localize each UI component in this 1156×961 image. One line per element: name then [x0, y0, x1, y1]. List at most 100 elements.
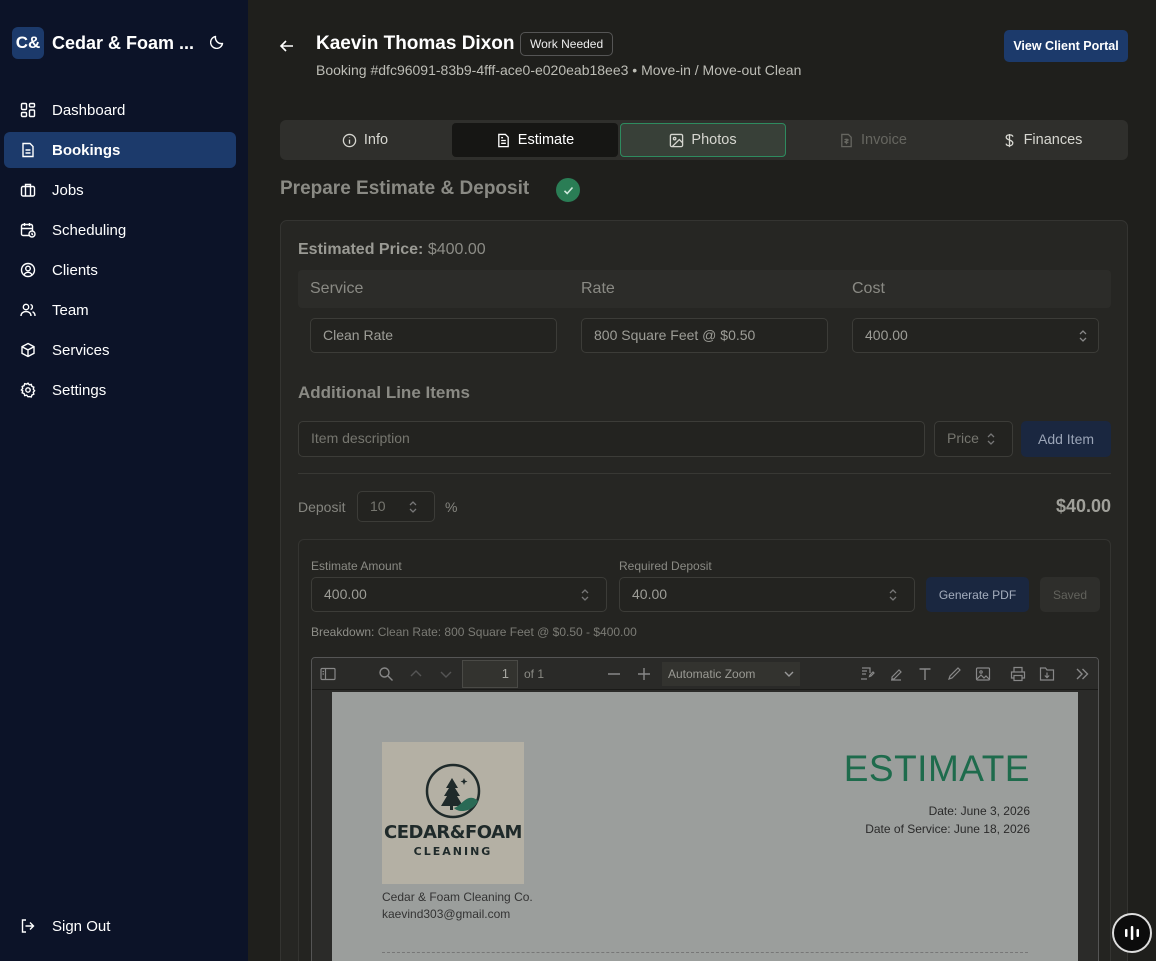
highlight-icon[interactable] — [888, 666, 904, 682]
print-icon[interactable] — [1010, 666, 1026, 682]
info-icon — [342, 133, 357, 147]
price-placeholder: Price — [947, 430, 979, 446]
pdf-toolbar: 1 of 1 Automatic Zoom — [312, 658, 1098, 690]
company-email: kaevind303@gmail.com — [382, 907, 511, 921]
scheduling-icon — [20, 223, 36, 238]
deposit-percent-input[interactable]: 10 — [357, 491, 435, 522]
sidebar-item-team[interactable]: Team — [4, 292, 236, 328]
item-description-input[interactable]: Item description — [298, 421, 925, 457]
deposit-unit: % — [445, 499, 458, 515]
draw-icon[interactable] — [946, 666, 962, 682]
saved-button[interactable]: Saved — [1040, 577, 1100, 612]
zoom-in-icon[interactable] — [636, 666, 652, 682]
tab-bar: Info Estimate Photos Invoice Finances — [280, 120, 1128, 160]
save-icon[interactable] — [1039, 666, 1055, 682]
pdf-page: CEDAR&FOAM CLEANING ESTIMATE Date: June … — [332, 692, 1078, 961]
tab-estimate[interactable]: Estimate — [452, 123, 618, 157]
breakdown: Breakdown: Clean Rate: 800 Square Feet @… — [311, 625, 637, 639]
chevron-down-icon[interactable] — [438, 666, 454, 682]
main-content: Kaevin Thomas Dixon Work Needed Booking … — [248, 0, 1156, 961]
status-badge: Work Needed — [520, 32, 614, 56]
sidebar-item-jobs[interactable]: Jobs — [4, 172, 236, 208]
estimate-amount-value: 400.00 — [324, 586, 367, 602]
required-deposit-value: 40.00 — [632, 586, 668, 602]
image-icon — [670, 133, 684, 147]
tab-info[interactable]: Info — [283, 123, 447, 157]
brand-logo: C& — [12, 27, 44, 59]
sign-out-label: Sign Out — [52, 917, 111, 935]
brand: C& Cedar & Foam ... — [12, 27, 236, 59]
service-field[interactable]: Clean Rate — [310, 318, 557, 353]
chevron-down-icon — [784, 671, 794, 677]
divider — [298, 473, 1111, 474]
section-title: Prepare Estimate & Deposit — [280, 178, 530, 199]
stepper-icon[interactable] — [580, 588, 590, 602]
cost-field[interactable]: 400.00 — [852, 318, 1099, 353]
rate-field[interactable]: 800 Square Feet @ $0.50 — [581, 318, 828, 353]
company-name: Cedar & Foam Cleaning Co. — [382, 890, 533, 904]
required-deposit-input[interactable]: 40.00 — [619, 577, 915, 612]
sidebar-item-label: Jobs — [52, 181, 84, 199]
estimate-amount-input[interactable]: 400.00 — [311, 577, 607, 612]
page-count: of 1 — [524, 667, 545, 681]
chevron-up-icon[interactable] — [408, 666, 424, 682]
tree-wave-icon — [425, 763, 481, 819]
search-icon[interactable] — [378, 666, 394, 682]
zoom-select[interactable]: Automatic Zoom — [662, 662, 800, 686]
zoom-value: Automatic Zoom — [668, 667, 756, 681]
service-date: Date of Service: June 18, 2026 — [865, 822, 1030, 836]
estimate-date: Date: June 3, 2026 — [928, 804, 1030, 818]
column-cost: Cost — [852, 280, 885, 297]
view-client-portal-button[interactable]: View Client Portal — [1004, 30, 1128, 62]
sidebar-item-settings[interactable]: Settings — [4, 372, 236, 408]
double-chevron-right-icon[interactable] — [1074, 666, 1090, 682]
price-input[interactable]: Price — [934, 421, 1013, 457]
stepper-icon[interactable] — [986, 432, 996, 446]
dollar-icon — [1005, 133, 1014, 147]
sidebar-item-services[interactable]: Services — [4, 332, 236, 368]
logout-icon — [21, 919, 35, 933]
moon-icon[interactable] — [210, 33, 226, 49]
back-arrow-icon[interactable] — [278, 37, 296, 55]
tab-photos[interactable]: Photos — [620, 123, 786, 157]
zoom-out-icon[interactable] — [606, 666, 622, 682]
stepper-icon[interactable] — [1078, 329, 1088, 343]
sidebar-item-clients[interactable]: Clients — [4, 252, 236, 288]
generate-pdf-button[interactable]: Generate PDF — [926, 577, 1029, 612]
column-rate: Rate — [581, 280, 615, 297]
sidebar-item-dashboard[interactable]: Dashboard — [4, 92, 236, 128]
sign-icon[interactable] — [859, 666, 875, 682]
sidebar-item-label: Settings — [52, 381, 107, 399]
image-icon[interactable] — [975, 666, 991, 682]
sidebar-item-scheduling[interactable]: Scheduling — [4, 212, 236, 248]
invoice-icon — [841, 133, 852, 147]
tab-label: Photos — [691, 132, 737, 148]
gear-icon — [20, 382, 36, 398]
estimated-price: Estimated Price: $400.00 — [298, 241, 486, 259]
sign-out-button[interactable]: Sign Out — [4, 908, 236, 944]
additional-line-items-title: Additional Line Items — [298, 383, 470, 402]
company-logo: CEDAR&FOAM CLEANING — [382, 742, 524, 884]
sidebar-item-label: Scheduling — [52, 221, 127, 239]
pause-icon — [1125, 926, 1139, 940]
pause-button[interactable] — [1112, 913, 1152, 953]
tab-finances[interactable]: Finances — [959, 123, 1125, 157]
estimate-amount-label: Estimate Amount — [311, 559, 402, 573]
stepper-icon[interactable] — [888, 588, 898, 602]
logo-text-cleaning: CLEANING — [413, 845, 493, 858]
text-icon[interactable] — [917, 666, 933, 682]
page-number-input[interactable]: 1 — [462, 660, 518, 688]
breakdown-label: Breakdown: — [311, 625, 375, 639]
check-icon — [556, 178, 580, 202]
sidebar-toggle-icon[interactable] — [320, 666, 336, 682]
sign-out: Sign Out — [4, 908, 236, 948]
sidebar-item-label: Dashboard — [52, 101, 126, 119]
tab-invoice[interactable]: Invoice — [790, 123, 956, 157]
brand-name[interactable]: Cedar & Foam ... — [52, 33, 194, 54]
stepper-icon[interactable] — [408, 500, 418, 514]
clients-icon — [20, 262, 36, 278]
add-item-button[interactable]: Add Item — [1021, 421, 1111, 457]
jobs-icon — [20, 183, 36, 197]
sidebar-item-bookings[interactable]: Bookings — [4, 132, 236, 168]
required-deposit-label: Required Deposit — [619, 559, 712, 573]
